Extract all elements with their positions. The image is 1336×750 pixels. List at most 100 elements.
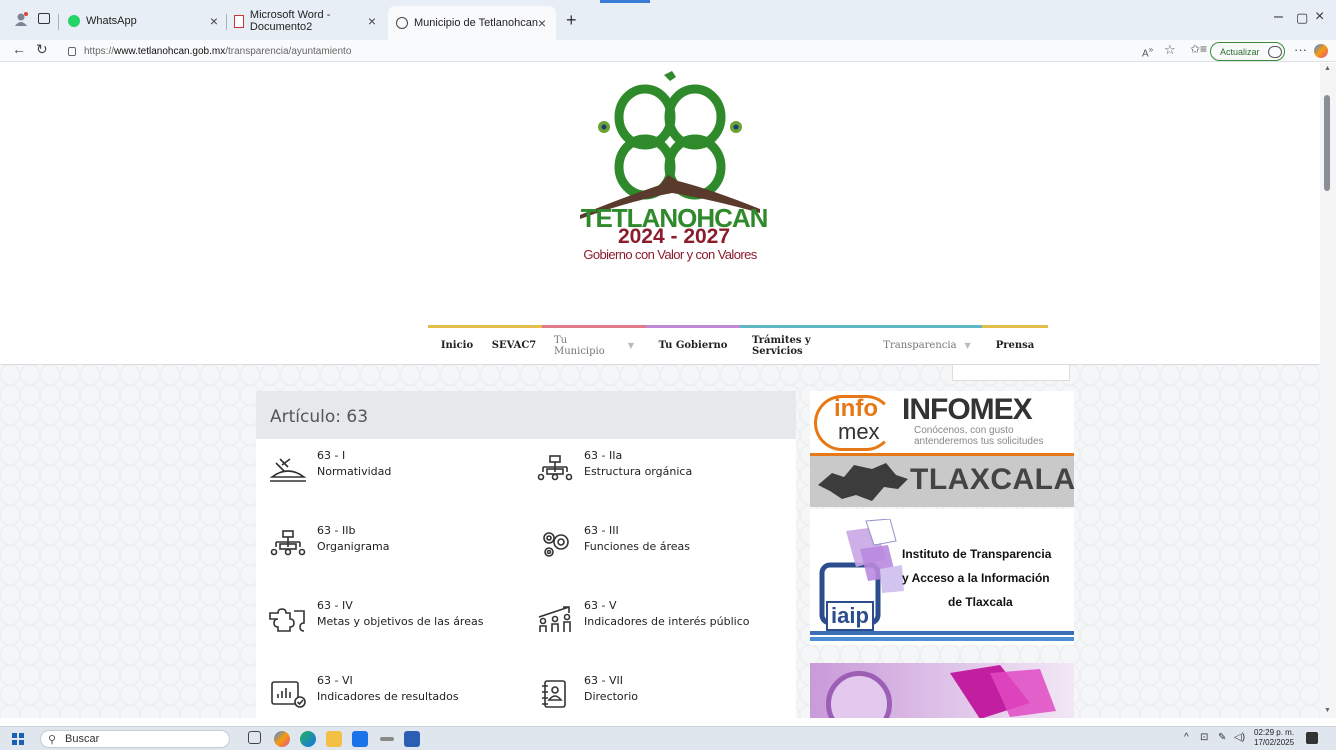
close-tab-icon[interactable]: × <box>210 13 218 29</box>
update-button[interactable]: Actualizar <box>1210 42 1285 61</box>
lock-icon <box>68 46 76 56</box>
iaip-line-1: Instituto de Transparencia <box>902 547 1052 561</box>
site-header: TETLANOHCAN 2024 - 2027 Gobierno con Val… <box>0 63 1320 363</box>
network-icon[interactable]: ⊡ <box>1200 732 1208 743</box>
logo-years: 2024 - 2027 <box>617 225 731 248</box>
app-icon[interactable] <box>380 737 394 741</box>
nav-tu-gobierno[interactable]: Tu Gobierno <box>646 325 740 363</box>
tlaxcala-text: TLAXCALA <box>910 463 1076 496</box>
iaip-logo-text: iaip <box>826 601 874 631</box>
search-placeholder: Buscar <box>65 733 100 745</box>
outlook-icon[interactable] <box>352 731 368 747</box>
scrollbar-thumb[interactable] <box>1324 95 1330 191</box>
article-item-63-iib[interactable]: 63 - IIb Organigrama <box>256 524 516 564</box>
tray-chevron-icon[interactable]: ^ <box>1184 732 1189 743</box>
item-label: Indicadores de interés público <box>584 615 750 628</box>
clock-time: 02:29 p. m. <box>1254 728 1295 737</box>
tab-title: WhatsApp <box>86 15 137 27</box>
url-bar[interactable]: https://www.tetlanohcan.gob.mx/transpare… <box>60 41 1120 61</box>
tab-municipio[interactable]: Municipio de Tetlanohcan × <box>388 6 556 40</box>
close-tab-icon[interactable]: × <box>368 13 376 29</box>
copilot-app-icon[interactable] <box>274 731 290 747</box>
new-tab-button[interactable]: + <box>566 10 577 31</box>
nav-tramites[interactable]: Trámites y Servicios <box>740 325 872 363</box>
gavel-icon <box>269 458 307 482</box>
item-label: Directorio <box>584 690 638 703</box>
tlaxcala-map-icon <box>818 463 908 501</box>
org-chart-icon <box>537 455 573 481</box>
taskbar-clock[interactable]: 02:29 p. m. 17/02/2025 <box>1254 728 1294 748</box>
clock-date: 17/02/2025 <box>1254 738 1295 747</box>
iaip-line-3: de Tlaxcala <box>948 595 1013 609</box>
profile-icon[interactable] <box>14 12 28 26</box>
favorite-star-icon[interactable]: ☆ <box>1164 42 1176 58</box>
chart-check-icon <box>271 681 306 708</box>
copilot-icon[interactable] <box>1314 44 1328 58</box>
search-icon: ⚲ <box>48 734 57 746</box>
task-view-icon[interactable] <box>248 731 261 744</box>
article-item-63-vi[interactable]: 63 - VI Indicadores de resultados <box>256 674 516 714</box>
read-aloud-icon[interactable]: A» <box>1142 44 1153 59</box>
update-label: Actualizar <box>1220 46 1260 57</box>
file-explorer-icon[interactable] <box>326 731 342 747</box>
back-button[interactable]: ← <box>12 41 26 57</box>
windows-start-icon[interactable] <box>12 733 24 745</box>
whatsapp-icon <box>68 15 80 27</box>
promo-banner[interactable] <box>810 663 1074 718</box>
nav-label: Tu Gobierno <box>658 340 728 351</box>
nav-inicio[interactable]: Inicio <box>428 325 486 363</box>
item-label: Organigrama <box>317 540 390 553</box>
more-menu-icon[interactable]: ··· <box>1294 42 1307 57</box>
article-item-63-v[interactable]: 63 - V Indicadores de interés público <box>523 599 783 639</box>
item-code: 63 - IV <box>317 599 353 612</box>
main-nav: Inicio SEVAC7 Tu Municipio ▼ Tu Gobierno … <box>428 325 1074 363</box>
article-item-63-iia[interactable]: 63 - IIa Estructura orgánica <box>523 449 783 489</box>
refresh-button[interactable]: ↻ <box>36 41 48 58</box>
url-prefix: https:// <box>84 45 115 57</box>
municipal-logo[interactable]: TETLANOHCAN 2024 - 2027 Gobierno con Val… <box>560 67 780 277</box>
nav-transparencia[interactable]: Transparencia ▼ <box>872 325 982 363</box>
nav-prensa[interactable]: Prensa <box>982 325 1048 363</box>
item-code: 63 - IIa <box>584 449 623 462</box>
web-page: TETLANOHCAN 2024 - 2027 Gobierno con Val… <box>0 63 1320 718</box>
scroll-down-arrow[interactable]: ▼ <box>1324 707 1331 714</box>
close-tab-icon[interactable]: × <box>538 15 546 31</box>
nav-tu-municipio[interactable]: Tu Municipio ▼ <box>542 325 646 363</box>
url-path: /transparencia/ayuntamiento <box>225 45 352 57</box>
browser-tab-bar: WhatsApp × Microsoft Word - Documento2 ×… <box>0 0 1336 40</box>
notifications-icon[interactable] <box>1306 732 1318 744</box>
article-item-63-vii[interactable]: 63 - VII Directorio <box>523 674 783 714</box>
volume-icon[interactable]: ◁) <box>1234 732 1245 743</box>
close-window-button[interactable]: × <box>1315 8 1324 26</box>
scroll-up-arrow[interactable]: ▲ <box>1324 65 1331 72</box>
infomex-subtitle-1: Conócenos, con gusto <box>914 425 1014 436</box>
article-item-63-i[interactable]: 63 - I Normatividad <box>256 449 516 489</box>
favorites-icon[interactable]: ✩≡ <box>1190 42 1207 56</box>
tab-actions-icon[interactable] <box>38 13 50 24</box>
restore-button[interactable]: ▢ <box>1296 10 1308 26</box>
tab-word[interactable]: Microsoft Word - Documento2 × <box>226 8 386 34</box>
article-panel: Artículo: 63 63 - I Normatividad 63 - II… <box>256 391 796 718</box>
article-item-63-iii[interactable]: 63 - III Funciones de áreas <box>523 524 783 564</box>
item-label: Indicadores de resultados <box>317 690 459 703</box>
gears-icon <box>543 532 569 557</box>
address-toolbar: ← ↻ https://www.tetlanohcan.gob.mx/trans… <box>0 40 1336 62</box>
tab-whatsapp[interactable]: WhatsApp × <box>60 8 228 34</box>
minimize-button[interactable]: – <box>1274 8 1283 26</box>
word-icon[interactable] <box>404 731 420 747</box>
taskbar-search-input[interactable]: ⚲ Buscar <box>40 730 230 748</box>
dropdown-stub <box>952 365 1070 381</box>
iaip-stripe <box>810 631 1074 635</box>
infomex-banner[interactable]: info mex INFOMEX Conócenos, con gusto an… <box>810 391 1076 507</box>
iaip-banner[interactable]: iaip Instituto de Transparencia y Acceso… <box>810 509 1074 645</box>
logo-slogan: Gobierno con Valor y con Valores <box>583 247 757 262</box>
nav-sevac7[interactable]: SEVAC7 <box>486 325 542 363</box>
update-icon <box>1267 45 1282 58</box>
edge-icon[interactable] <box>300 731 316 747</box>
item-code: 63 - I <box>317 449 346 462</box>
article-item-63-iv[interactable]: 63 - IV Metas y objetivos de las áreas <box>256 599 516 639</box>
pen-icon[interactable]: ✎ <box>1218 732 1226 743</box>
tab-progress-indicator <box>600 0 650 3</box>
item-label: Metas y objetivos de las áreas <box>317 615 484 628</box>
item-code: 63 - IIb <box>317 524 356 537</box>
